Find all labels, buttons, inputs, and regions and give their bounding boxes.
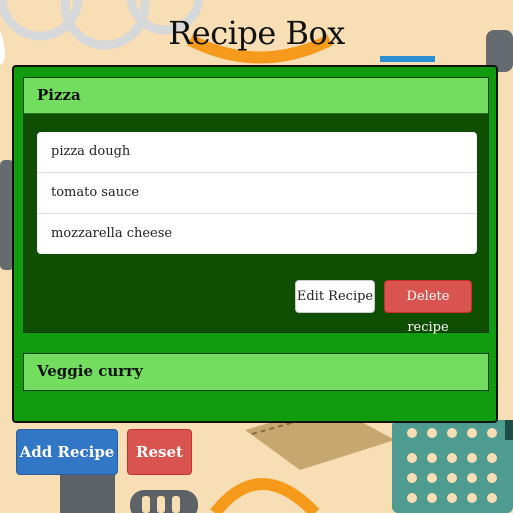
delete-recipe-button[interactable]: Delete recipe xyxy=(384,280,472,335)
ingredient-item: mozzarella cheese xyxy=(51,226,173,241)
page-title: Recipe Box xyxy=(168,14,345,52)
reset-button[interactable]: Reset xyxy=(127,429,192,475)
edit-recipe-button[interactable]: Edit Recipe xyxy=(295,280,375,313)
recipe-panel-pizza: Pizza pizza dough tomato sauce mozzarell… xyxy=(23,77,489,335)
recipe-box-app: Recipe Box Pizza pizza dough tomato sauc… xyxy=(0,0,513,513)
recipe-list-container: Pizza pizza dough tomato sauce mozzarell… xyxy=(12,65,498,423)
ingredient-list: pizza dough tomato sauce mozzarella chee… xyxy=(37,132,477,254)
ingredient-item: tomato sauce xyxy=(37,173,477,214)
ingredient-item: pizza dough xyxy=(37,132,477,173)
recipe-panel-veggie-curry: Veggie curry xyxy=(23,353,489,391)
add-recipe-button[interactable]: Add Recipe xyxy=(16,429,118,475)
recipe-heading-pizza[interactable]: Pizza xyxy=(24,78,488,114)
recipe-heading-veggie-curry[interactable]: Veggie curry xyxy=(24,354,488,390)
